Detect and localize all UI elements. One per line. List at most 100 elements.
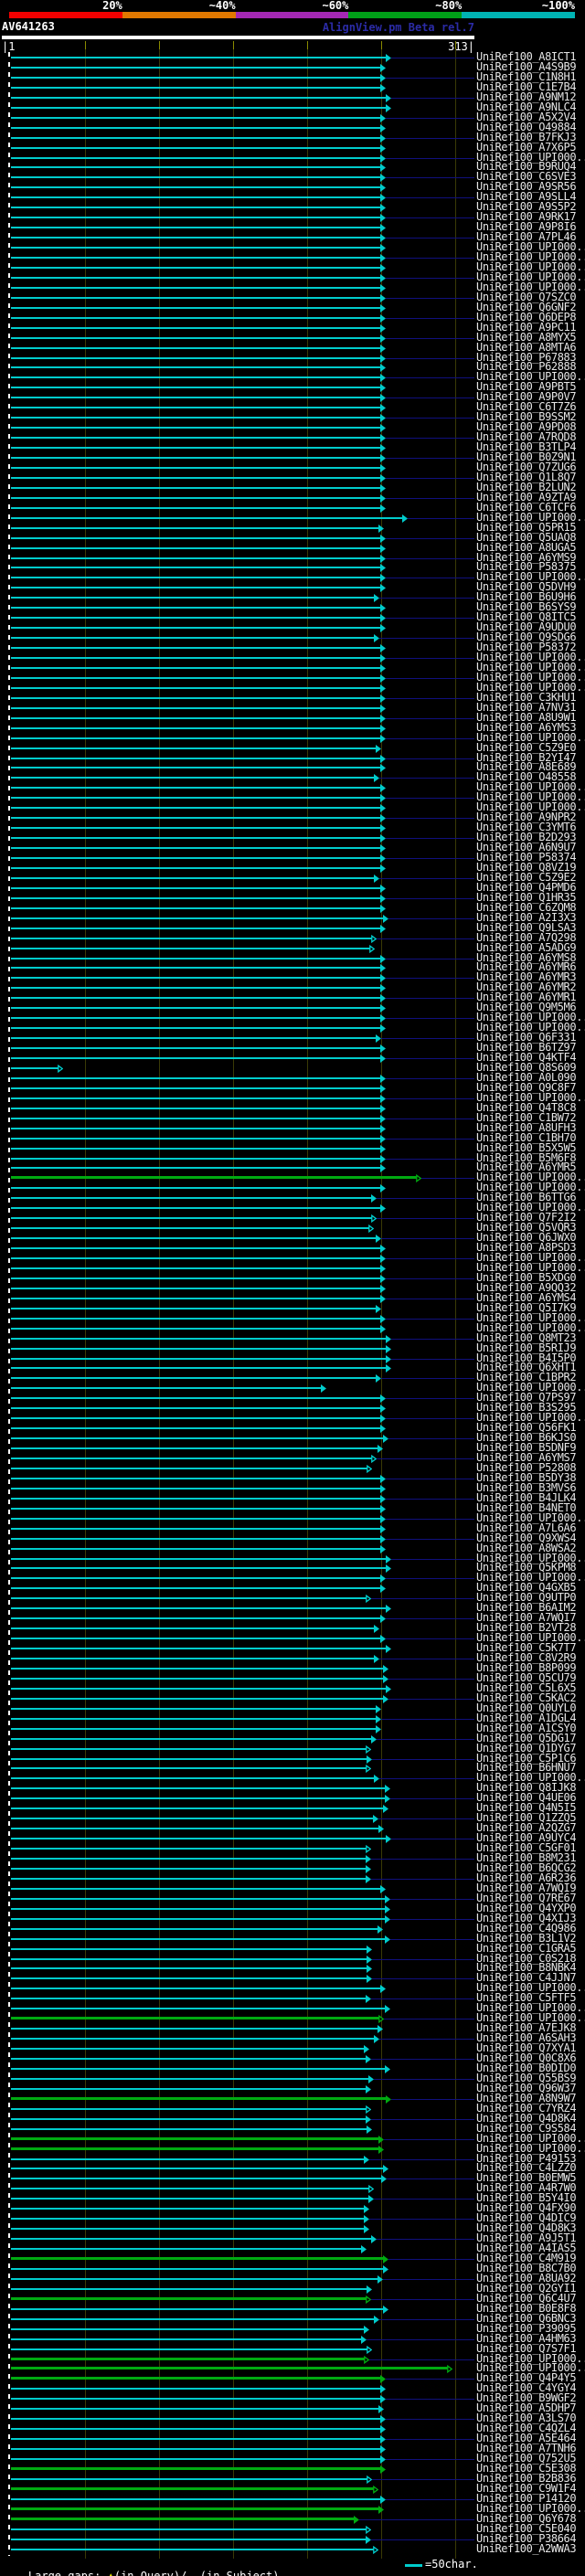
- alignment-bar[interactable]: [11, 1557, 388, 1560]
- alignment-bar[interactable]: [11, 876, 376, 879]
- alignment-bar[interactable]: [11, 2077, 369, 2080]
- alignment-bar[interactable]: [11, 666, 381, 669]
- alignment-bar[interactable]: [11, 2008, 386, 2010]
- alignment-bar[interactable]: [11, 1747, 367, 1750]
- alignment-bar[interactable]: [11, 906, 381, 909]
- alignment-bar[interactable]: [11, 1447, 378, 1450]
- alignment-bar[interactable]: [11, 1867, 367, 1870]
- alignment-bar[interactable]: [11, 1337, 388, 1340]
- alignment-bar[interactable]: [11, 2548, 374, 2550]
- alignment-bar[interactable]: [11, 2208, 365, 2210]
- alignment-bar[interactable]: [11, 437, 381, 440]
- alignment-bar[interactable]: [11, 2428, 381, 2431]
- alignment-bar[interactable]: [11, 967, 381, 970]
- alignment-bar[interactable]: [11, 1567, 388, 1570]
- alignment-bar[interactable]: [11, 2517, 355, 2520]
- alignment-bar[interactable]: [11, 2157, 365, 2160]
- alignment-bar[interactable]: [11, 737, 381, 739]
- alignment-bar[interactable]: [11, 1967, 368, 1970]
- alignment-bar[interactable]: [11, 1458, 373, 1459]
- alignment-bar[interactable]: [11, 1027, 381, 1030]
- alignment-bar[interactable]: [11, 2388, 381, 2390]
- alignment-bar[interactable]: [11, 1267, 381, 1269]
- alignment-bar[interactable]: [11, 1187, 381, 1190]
- alignment-bar[interactable]: [11, 1877, 367, 1880]
- alignment-bar[interactable]: [11, 376, 381, 379]
- alignment-bar[interactable]: [11, 1277, 381, 1279]
- alignment-bar[interactable]: [11, 1047, 381, 1050]
- alignment-bar[interactable]: [11, 657, 381, 659]
- alignment-bar[interactable]: [11, 1687, 388, 1690]
- alignment-bar[interactable]: [11, 927, 381, 929]
- alignment-bar[interactable]: [11, 306, 381, 309]
- alignment-bar[interactable]: [11, 757, 381, 759]
- alignment-bar[interactable]: [11, 1207, 381, 1210]
- alignment-bar[interactable]: [11, 526, 380, 529]
- alignment-bar[interactable]: [11, 747, 377, 749]
- alignment-bar[interactable]: [11, 1838, 388, 1840]
- alignment-bar[interactable]: [11, 1587, 381, 1590]
- alignment-bar[interactable]: [11, 2127, 368, 2130]
- alignment-bar[interactable]: [11, 1597, 367, 1600]
- alignment-bar[interactable]: [11, 326, 381, 329]
- alignment-bar[interactable]: [11, 1767, 367, 1770]
- alignment-bar[interactable]: [11, 857, 381, 859]
- alignment-bar[interactable]: [11, 1377, 377, 1380]
- alignment-bar[interactable]: [11, 617, 381, 620]
- alignment-bar[interactable]: [11, 266, 381, 269]
- alignment-bar[interactable]: [11, 466, 381, 469]
- alignment-bar[interactable]: [11, 1347, 388, 1350]
- alignment-bar[interactable]: [11, 2317, 376, 2320]
- alignment-bar[interactable]: [11, 1087, 381, 1089]
- alignment-bar[interactable]: [11, 1417, 381, 1420]
- alignment-bar[interactable]: [11, 1517, 381, 1520]
- alignment-bar[interactable]: [11, 637, 376, 640]
- alignment-bar[interactable]: [11, 1638, 381, 1640]
- alignment-bar[interactable]: [11, 2367, 448, 2370]
- alignment-bar[interactable]: [11, 1897, 386, 1900]
- alignment-bar[interactable]: [11, 2267, 385, 2270]
- alignment-bar[interactable]: [11, 536, 381, 539]
- alignment-bar[interactable]: [11, 296, 381, 299]
- alignment-bar[interactable]: [11, 1917, 386, 1920]
- alignment-bar[interactable]: [11, 1577, 381, 1580]
- alignment-bar[interactable]: [11, 447, 381, 450]
- alignment-bar[interactable]: [11, 1057, 381, 1059]
- alignment-bar[interactable]: [11, 777, 376, 779]
- alignment-bar[interactable]: [11, 807, 381, 810]
- alignment-bar[interactable]: [11, 2398, 381, 2401]
- alignment-bar[interactable]: [11, 977, 381, 980]
- alignment-bar[interactable]: [11, 126, 381, 129]
- alignment-bar[interactable]: [11, 136, 381, 139]
- alignment-bar[interactable]: [11, 1537, 381, 1540]
- alignment-bar[interactable]: [11, 1487, 381, 1489]
- alignment-bar[interactable]: [11, 2348, 368, 2350]
- alignment-bar[interactable]: [11, 767, 381, 769]
- alignment-bar[interactable]: [11, 1717, 377, 1720]
- alignment-bar[interactable]: [11, 397, 381, 399]
- alignment-bar[interactable]: [11, 2486, 374, 2490]
- alignment-bar[interactable]: [11, 227, 381, 229]
- alignment-bar[interactable]: [11, 2168, 385, 2170]
- alignment-bar[interactable]: [11, 2327, 365, 2330]
- alignment-bar[interactable]: [11, 2058, 367, 2060]
- alignment-bar[interactable]: [11, 2178, 383, 2180]
- alignment-bar[interactable]: [11, 76, 381, 79]
- alignment-bar[interactable]: [11, 1127, 381, 1129]
- alignment-bar[interactable]: [11, 1797, 386, 1800]
- alignment-bar[interactable]: [11, 2296, 367, 2300]
- alignment-bar[interactable]: [11, 66, 381, 69]
- alignment-bar[interactable]: [11, 1317, 381, 1320]
- alignment-bar[interactable]: [11, 706, 381, 709]
- alignment-bar[interactable]: [11, 2528, 367, 2530]
- alignment-bar[interactable]: [11, 2377, 381, 2380]
- alignment-bar[interactable]: [11, 937, 373, 939]
- alignment-bar[interactable]: [11, 1066, 58, 1069]
- alignment-bar[interactable]: [11, 1907, 386, 1910]
- alignment-bar[interactable]: [11, 1977, 368, 1980]
- alignment-bar[interactable]: [11, 1467, 368, 1469]
- alignment-bar[interactable]: [11, 2048, 365, 2051]
- alignment-bar[interactable]: [11, 2337, 362, 2340]
- alignment-bar[interactable]: [11, 2277, 378, 2280]
- alignment-bar[interactable]: [11, 316, 381, 319]
